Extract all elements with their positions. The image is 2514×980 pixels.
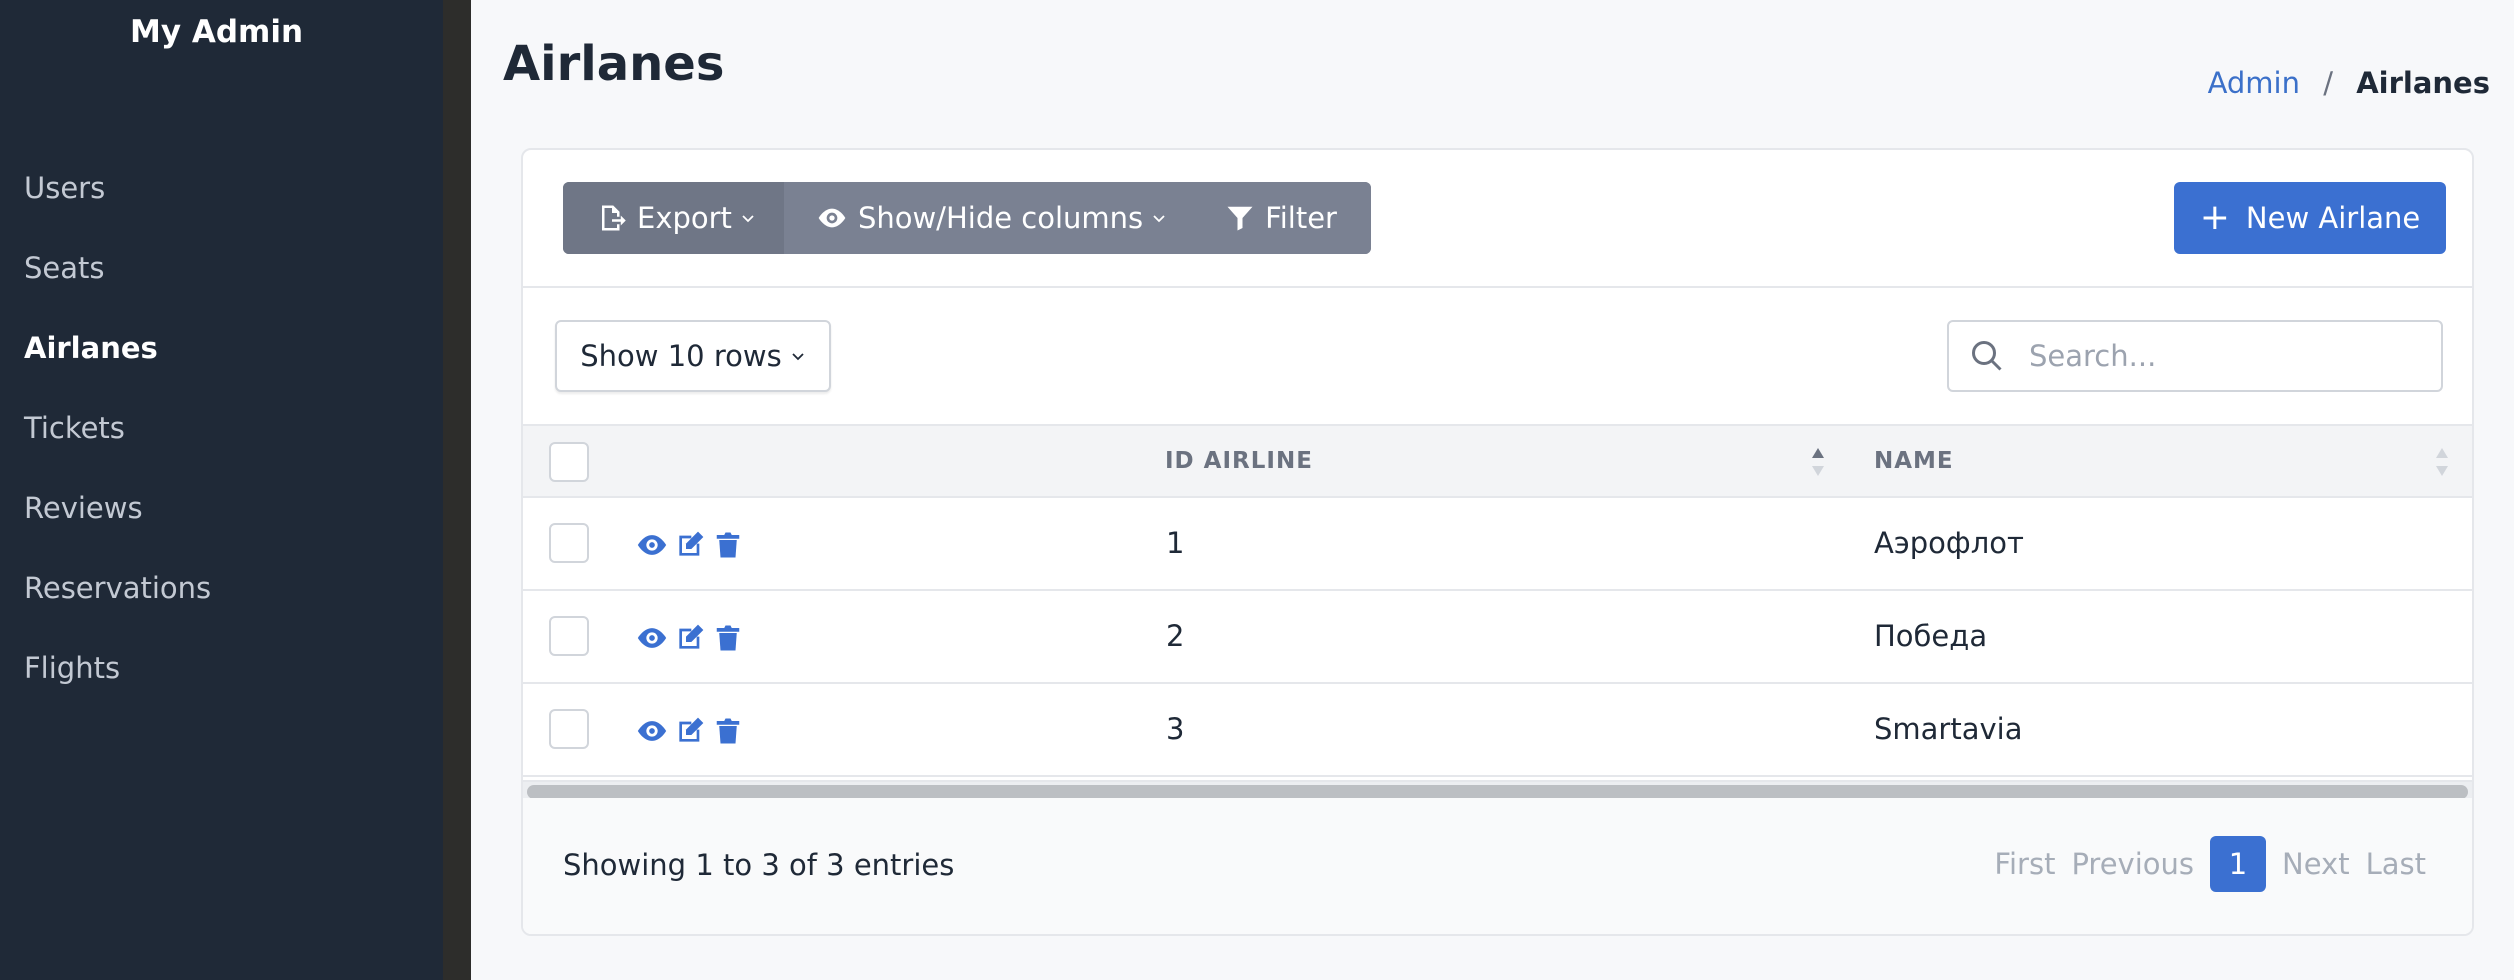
show-hide-columns-button[interactable]: Show/Hide columns — [783, 182, 1200, 254]
export-button[interactable]: Export — [563, 182, 784, 254]
sort-icon[interactable] — [1809, 444, 1827, 480]
export-label: Export — [637, 201, 732, 235]
view-button[interactable] — [635, 528, 669, 562]
delete-button[interactable] — [711, 528, 745, 562]
table-header: ID AIRLINE NAME — [523, 424, 2472, 498]
toolbar-button-group: Export Show/Hide columns Filter — [563, 182, 1371, 254]
breadcrumb: Admin / Airlanes — [2208, 66, 2490, 100]
show-hide-columns-label: Show/Hide columns — [857, 201, 1144, 235]
new-airlane-button[interactable]: + New Airlane — [2174, 182, 2446, 254]
eye-icon — [637, 628, 667, 648]
breadcrumb-current: Airlanes — [2356, 66, 2490, 100]
chevron-down-icon — [1153, 215, 1165, 223]
sidebar-nav: Users Seats Airlanes Tickets Reviews Res… — [0, 160, 443, 720]
pagination: First Previous 1 Next Last — [1978, 836, 2426, 892]
breadcrumb-admin-link[interactable]: Admin — [2208, 66, 2300, 100]
sidebar-item-users[interactable]: Users — [0, 160, 443, 240]
search-input[interactable] — [2029, 339, 2409, 373]
chevron-down-icon — [742, 215, 754, 223]
sidebar-item-reservations[interactable]: Reservations — [0, 560, 443, 640]
rows-per-page-select[interactable]: Show 10 rows — [555, 320, 831, 392]
cell-id-airline: 3 — [1166, 712, 1185, 746]
entries-info: Showing 1 to 3 of 3 entries — [563, 848, 955, 882]
pagination-previous[interactable]: Previous — [2071, 847, 2194, 881]
pagination-next[interactable]: Next — [2282, 847, 2350, 881]
table-footer: Showing 1 to 3 of 3 entries First Previo… — [523, 798, 2472, 934]
edit-icon — [679, 624, 704, 649]
pagination-first[interactable]: First — [1994, 847, 2055, 881]
row-checkbox[interactable] — [549, 616, 589, 656]
edit-button[interactable] — [673, 714, 707, 748]
trash-icon — [716, 625, 740, 651]
sidebar-divider — [443, 0, 471, 980]
select-all-checkbox[interactable] — [549, 442, 589, 482]
view-button[interactable] — [635, 714, 669, 748]
rows-per-page-label: Show 10 rows — [580, 339, 782, 373]
table-row: 1 Аэрофлот — [523, 498, 2472, 591]
cell-name: Smartavia — [1874, 712, 2023, 746]
sidebar-item-reviews[interactable]: Reviews — [0, 480, 443, 560]
column-header-name[interactable]: NAME — [1874, 448, 1954, 474]
eye-icon — [818, 208, 846, 228]
trash-icon — [716, 532, 740, 558]
app-brand[interactable]: My Admin — [0, 14, 433, 50]
row-checkbox[interactable] — [549, 709, 589, 749]
plus-icon: + — [2199, 197, 2230, 238]
sidebar-item-tickets[interactable]: Tickets — [0, 400, 443, 480]
filter-label: Filter — [1265, 201, 1337, 235]
delete-button[interactable] — [711, 714, 745, 748]
edit-button[interactable] — [673, 621, 707, 655]
sidebar-item-flights[interactable]: Flights — [0, 640, 443, 720]
sidebar: My Admin Users Seats Airlanes Tickets Re… — [0, 0, 443, 980]
row-actions — [635, 621, 745, 655]
cell-id-airline: 2 — [1166, 619, 1185, 653]
page-title: Airlanes — [503, 36, 725, 92]
horizontal-scrollbar[interactable] — [523, 780, 2472, 799]
sidebar-item-airlanes[interactable]: Airlanes — [0, 320, 443, 400]
sort-icon[interactable] — [2433, 444, 2451, 480]
toolbar: Export Show/Hide columns Filter + New Ai… — [523, 150, 2472, 288]
search-field — [1947, 320, 2443, 392]
breadcrumb-separator: / — [2323, 66, 2333, 100]
airlanes-table: ID AIRLINE NAME 1 Аэрофлот 2 Победа 3 Sm… — [523, 424, 2472, 777]
cell-name: Победа — [1874, 619, 1988, 653]
column-header-id-airline[interactable]: ID AIRLINE — [1165, 448, 1313, 474]
eye-icon — [637, 721, 667, 741]
file-export-icon — [602, 205, 626, 231]
new-airlane-label: New Airlane — [2245, 201, 2421, 235]
row-actions — [635, 714, 745, 748]
pagination-page-1[interactable]: 1 — [2210, 836, 2267, 892]
filter-button[interactable]: Filter — [1199, 182, 1371, 254]
edit-icon — [679, 531, 704, 556]
edit-icon — [679, 717, 704, 742]
cell-name: Аэрофлот — [1874, 526, 2024, 560]
view-button[interactable] — [635, 621, 669, 655]
search-icon — [1972, 341, 2002, 371]
filter-icon — [1227, 206, 1253, 231]
eye-icon — [637, 535, 667, 555]
scrollbar-thumb[interactable] — [527, 785, 2468, 799]
table-row: 3 Smartavia — [523, 684, 2472, 777]
delete-button[interactable] — [711, 621, 745, 655]
sidebar-item-seats[interactable]: Seats — [0, 240, 443, 320]
cell-id-airline: 1 — [1166, 526, 1185, 560]
edit-button[interactable] — [673, 528, 707, 562]
row-actions — [635, 528, 745, 562]
pagination-last[interactable]: Last — [2366, 847, 2426, 881]
table-row: 2 Победа — [523, 591, 2472, 684]
chevron-down-icon — [792, 353, 804, 361]
trash-icon — [716, 718, 740, 744]
row-checkbox[interactable] — [549, 523, 589, 563]
airlanes-card: Export Show/Hide columns Filter + New Ai… — [521, 148, 2474, 936]
